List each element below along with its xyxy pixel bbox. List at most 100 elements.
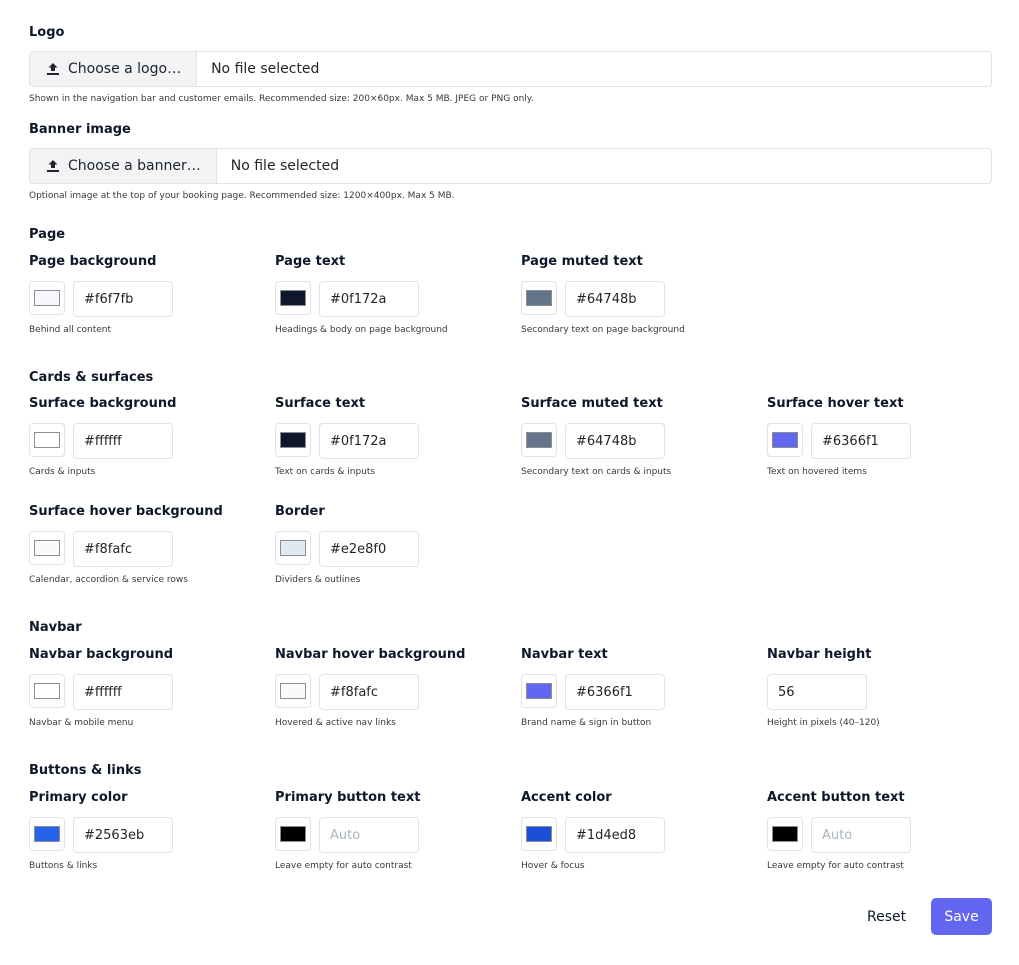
field-help-text: Hovered & active nav links bbox=[275, 718, 396, 728]
field-help-text: Leave empty for auto contrast bbox=[275, 861, 412, 871]
field-label: Border bbox=[275, 504, 325, 519]
field-label: Primary color bbox=[29, 790, 128, 805]
logo-label: Logo bbox=[29, 25, 65, 40]
banner-file-input[interactable]: Choose a banner… No file selected bbox=[29, 148, 992, 184]
banner-file-status: No file selected bbox=[230, 158, 340, 174]
color-picker-button[interactable] bbox=[521, 817, 557, 851]
color-swatch bbox=[34, 826, 60, 842]
color-picker-button[interactable] bbox=[275, 423, 311, 457]
color-swatch bbox=[526, 290, 552, 306]
color-picker-button[interactable] bbox=[275, 531, 311, 565]
field-help-text: Hover & focus bbox=[521, 861, 585, 871]
hex-input[interactable] bbox=[73, 281, 173, 317]
upload-icon bbox=[47, 160, 59, 172]
field-primary-color: Primary color Buttons & links bbox=[29, 790, 269, 876]
field-help-text: Cards & inputs bbox=[29, 467, 96, 477]
color-swatch bbox=[280, 432, 306, 448]
color-swatch bbox=[280, 540, 306, 556]
section-title-cards: Cards & surfaces bbox=[29, 370, 154, 385]
field-surface-background: Surface background Cards & inputs bbox=[29, 396, 269, 482]
field-help-text: Secondary text on page background bbox=[521, 325, 685, 335]
field-label: Page muted text bbox=[521, 254, 643, 269]
field-help-text: Height in pixels (40–120) bbox=[767, 718, 880, 728]
color-swatch bbox=[280, 683, 306, 699]
hex-input[interactable] bbox=[73, 423, 173, 459]
color-picker-button[interactable] bbox=[521, 281, 557, 315]
color-picker-button[interactable] bbox=[29, 423, 65, 457]
banner-help-text: Optional image at the top of your bookin… bbox=[29, 191, 455, 201]
field-help-text: Navbar & mobile menu bbox=[29, 718, 134, 728]
field-label: Page background bbox=[29, 254, 157, 269]
field-help-text: Text on hovered items bbox=[767, 467, 867, 477]
field-label: Primary button text bbox=[275, 790, 421, 805]
hex-input[interactable] bbox=[811, 423, 911, 459]
field-navbar-hover-background: Navbar hover background Hovered & active… bbox=[275, 647, 515, 733]
reset-button[interactable]: Reset bbox=[855, 898, 918, 935]
color-picker-button[interactable] bbox=[29, 817, 65, 851]
color-picker-button[interactable] bbox=[275, 817, 311, 851]
field-label: Navbar height bbox=[767, 647, 872, 662]
field-navbar-height: Navbar height Height in pixels (40–120) bbox=[767, 647, 1007, 733]
field-help-text: Leave empty for auto contrast bbox=[767, 861, 904, 871]
field-page-text: Page text Headings & body on page backgr… bbox=[275, 254, 515, 340]
field-label: Page text bbox=[275, 254, 346, 269]
color-picker-button[interactable] bbox=[767, 423, 803, 457]
logo-help-text: Shown in the navigation bar and customer… bbox=[29, 94, 534, 104]
choose-banner-label: Choose a banner… bbox=[68, 158, 201, 174]
section-title-buttons: Buttons & links bbox=[29, 763, 142, 778]
field-help-text: Behind all content bbox=[29, 325, 112, 335]
field-accent-color: Accent color Hover & focus bbox=[521, 790, 761, 876]
color-picker-button[interactable] bbox=[275, 281, 311, 315]
hex-input[interactable] bbox=[319, 423, 419, 459]
color-picker-button[interactable] bbox=[275, 674, 311, 708]
navbar-height-input[interactable] bbox=[767, 674, 867, 710]
color-picker-button[interactable] bbox=[521, 674, 557, 708]
field-label: Surface muted text bbox=[521, 396, 663, 411]
logo-file-status: No file selected bbox=[211, 61, 320, 77]
hex-input[interactable] bbox=[565, 674, 665, 710]
hex-input[interactable] bbox=[811, 817, 911, 853]
hex-input[interactable] bbox=[73, 674, 173, 710]
hex-input[interactable] bbox=[565, 817, 665, 853]
field-page-background: Page background Behind all content bbox=[29, 254, 269, 340]
hex-input[interactable] bbox=[73, 817, 173, 853]
hex-input[interactable] bbox=[319, 817, 419, 853]
field-help-text: Secondary text on cards & inputs bbox=[521, 467, 672, 477]
color-swatch bbox=[34, 683, 60, 699]
color-picker-button[interactable] bbox=[29, 674, 65, 708]
color-picker-button[interactable] bbox=[521, 423, 557, 457]
field-navbar-text: Navbar text Brand name & sign in button bbox=[521, 647, 761, 733]
upload-icon bbox=[47, 63, 59, 75]
hex-input[interactable] bbox=[319, 674, 419, 710]
field-label: Surface background bbox=[29, 396, 177, 411]
logo-file-input[interactable]: Choose a logo… No file selected bbox=[29, 51, 992, 87]
field-help-text: Headings & body on page background bbox=[275, 325, 448, 335]
choose-banner-button[interactable]: Choose a banner… bbox=[30, 149, 217, 183]
field-label: Navbar background bbox=[29, 647, 174, 662]
color-swatch bbox=[280, 826, 306, 842]
field-surface-hover-text: Surface hover text Text on hovered items bbox=[767, 396, 1007, 482]
field-border: Border Dividers & outlines bbox=[275, 504, 515, 590]
hex-input[interactable] bbox=[73, 531, 173, 567]
hex-input[interactable] bbox=[319, 531, 419, 567]
color-swatch bbox=[280, 290, 306, 306]
field-surface-text: Surface text Text on cards & inputs bbox=[275, 396, 515, 482]
color-swatch bbox=[34, 290, 60, 306]
hex-input[interactable] bbox=[319, 281, 419, 317]
color-swatch bbox=[772, 432, 798, 448]
save-button[interactable]: Save bbox=[931, 898, 992, 935]
field-label: Surface text bbox=[275, 396, 366, 411]
hex-input[interactable] bbox=[565, 281, 665, 317]
color-picker-button[interactable] bbox=[29, 281, 65, 315]
choose-logo-button[interactable]: Choose a logo… bbox=[30, 52, 198, 86]
color-picker-button[interactable] bbox=[767, 817, 803, 851]
field-label: Navbar hover background bbox=[275, 647, 466, 662]
color-picker-button[interactable] bbox=[29, 531, 65, 565]
section-title-page: Page bbox=[29, 227, 66, 242]
color-swatch bbox=[34, 540, 60, 556]
field-label: Navbar text bbox=[521, 647, 608, 662]
field-label: Accent button text bbox=[767, 790, 905, 805]
field-label: Surface hover text bbox=[767, 396, 904, 411]
hex-input[interactable] bbox=[565, 423, 665, 459]
color-swatch bbox=[34, 432, 60, 448]
